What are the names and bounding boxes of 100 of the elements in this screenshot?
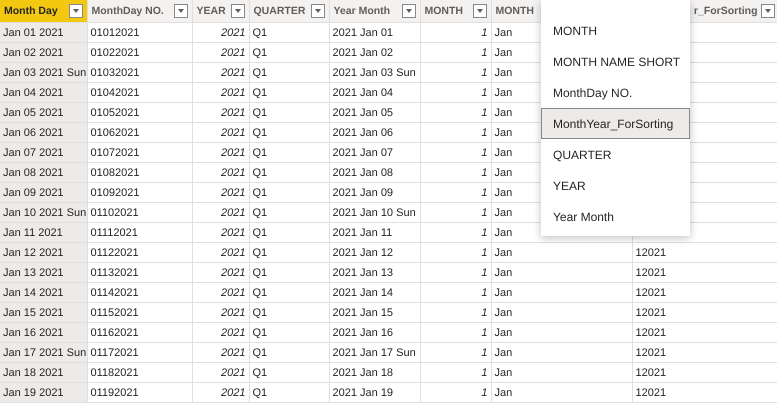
caret-icon	[72, 9, 78, 13]
table-cell: Jan 13 2021	[0, 262, 87, 282]
table-cell: 2021	[192, 62, 249, 82]
table-cell: 01032021	[87, 62, 192, 82]
table-cell: 1	[420, 302, 491, 322]
column-header[interactable]: Month Day	[0, 0, 87, 22]
table-cell: 01172021	[87, 342, 192, 362]
table-cell: Jan 12 2021	[0, 242, 87, 262]
table-cell: 2021 Jan 04	[329, 82, 420, 102]
table-cell: 1	[420, 282, 491, 302]
caret-icon	[476, 9, 482, 13]
menu-item[interactable]: MonthYear_ForSorting	[541, 108, 690, 139]
table-cell: 2021	[192, 262, 249, 282]
table-cell: Jan	[491, 242, 632, 262]
table-cell: 2021	[192, 242, 249, 262]
filter-dropdown-button[interactable]	[760, 4, 774, 18]
table-cell: Q1	[249, 102, 329, 122]
table-cell: Jan 01 2021	[0, 22, 87, 42]
table-cell: Q1	[249, 162, 329, 182]
table-cell: 2021	[192, 22, 249, 42]
table-cell: 01012021	[87, 22, 192, 42]
table-cell: 2021	[192, 162, 249, 182]
table-cell: 12021	[632, 302, 777, 322]
table-cell: Q1	[249, 322, 329, 342]
table-cell: Q1	[249, 42, 329, 62]
table-cell: 01152021	[87, 302, 192, 322]
table-cell: Jan	[491, 262, 632, 282]
table-cell: 01112021	[87, 222, 192, 242]
table-cell: 2021	[192, 362, 249, 382]
table-cell: Jan 05 2021	[0, 102, 87, 122]
table-cell: Q1	[249, 142, 329, 162]
table-cell: 2021 Jan 12	[329, 242, 420, 262]
table-cell: 2021 Jan 19	[329, 382, 420, 402]
table-cell: Q1	[249, 382, 329, 402]
table-cell: 2021 Jan 05	[329, 102, 420, 122]
table-cell: Jan 16 2021	[0, 322, 87, 342]
column-header[interactable]: Year Month	[329, 0, 420, 22]
filter-dropdown-button[interactable]	[472, 4, 486, 18]
table-cell: Jan 09 2021	[0, 182, 87, 202]
caret-icon	[764, 9, 770, 13]
table-cell: 12021	[632, 322, 777, 342]
table-cell: 1	[420, 162, 491, 182]
table-cell: 1	[420, 202, 491, 222]
table-cell: 2021 Jan 18	[329, 362, 420, 382]
table-cell: 2021	[192, 302, 249, 322]
table-cell: Q1	[249, 222, 329, 242]
filter-dropdown-button[interactable]	[310, 4, 324, 18]
table-cell: 2021 Jan 02	[329, 42, 420, 62]
table-cell: 12021	[632, 262, 777, 282]
column-header[interactable]: MONTH	[420, 0, 491, 22]
table-cell: Q1	[249, 202, 329, 222]
table-cell: 01192021	[87, 382, 192, 402]
table-cell: 2021 Jan 11	[329, 222, 420, 242]
table-cell: 2021 Jan 13	[329, 262, 420, 282]
filter-dropdown-button[interactable]	[68, 4, 82, 18]
table-cell: 2021	[192, 282, 249, 302]
column-header[interactable]: YEAR	[192, 0, 249, 22]
table-cell: 01102021	[87, 202, 192, 222]
table-cell: Jan 18 2021	[0, 362, 87, 382]
column-header[interactable]: MonthDay NO.	[87, 0, 192, 22]
table-cell: 2021 Jan 09	[329, 182, 420, 202]
filter-dropdown-button[interactable]	[174, 4, 188, 18]
table-cell: Jan	[491, 382, 632, 402]
caret-icon	[234, 9, 240, 13]
table-cell: 2021 Jan 17 Sun	[329, 342, 420, 362]
table-cell: 2021 Jan 01	[329, 22, 420, 42]
table-cell: 2021	[192, 322, 249, 342]
filter-dropdown-button[interactable]	[402, 4, 416, 18]
table-cell: 12021	[632, 382, 777, 402]
table-cell: 2021 Jan 08	[329, 162, 420, 182]
table-cell: Jan 17 2021 Sun	[0, 342, 87, 362]
table-cell: Jan	[491, 362, 632, 382]
table-cell: 12021	[632, 242, 777, 262]
table-cell: Jan 06 2021	[0, 122, 87, 142]
table-cell: Q1	[249, 262, 329, 282]
table-cell: 1	[420, 182, 491, 202]
table-cell: 1	[420, 122, 491, 142]
table-cell: 2021 Jan 03 Sun	[329, 62, 420, 82]
table-cell: 12021	[632, 362, 777, 382]
table-cell: 1	[420, 22, 491, 42]
table-cell: 1	[420, 222, 491, 242]
column-header[interactable]: QUARTER	[249, 0, 329, 22]
filter-dropdown-button[interactable]	[230, 4, 244, 18]
table-cell: 01072021	[87, 142, 192, 162]
table-cell: 1	[420, 342, 491, 362]
table-cell: 01132021	[87, 262, 192, 282]
table-cell: Jan	[491, 342, 632, 362]
table-cell: 2021 Jan 16	[329, 322, 420, 342]
table-cell: 2021 Jan 07	[329, 142, 420, 162]
table-cell: 2021	[192, 342, 249, 362]
table-cell: Q1	[249, 282, 329, 302]
table-cell: 01052021	[87, 102, 192, 122]
table-cell: 12021	[632, 282, 777, 302]
table-cell: Jan 07 2021	[0, 142, 87, 162]
table-cell: 2021	[192, 182, 249, 202]
table-cell: 01042021	[87, 82, 192, 102]
table-cell: Jan 19 2021	[0, 382, 87, 402]
table-cell: 1	[420, 102, 491, 122]
table-cell: Q1	[249, 122, 329, 142]
table-cell: 1	[420, 242, 491, 262]
